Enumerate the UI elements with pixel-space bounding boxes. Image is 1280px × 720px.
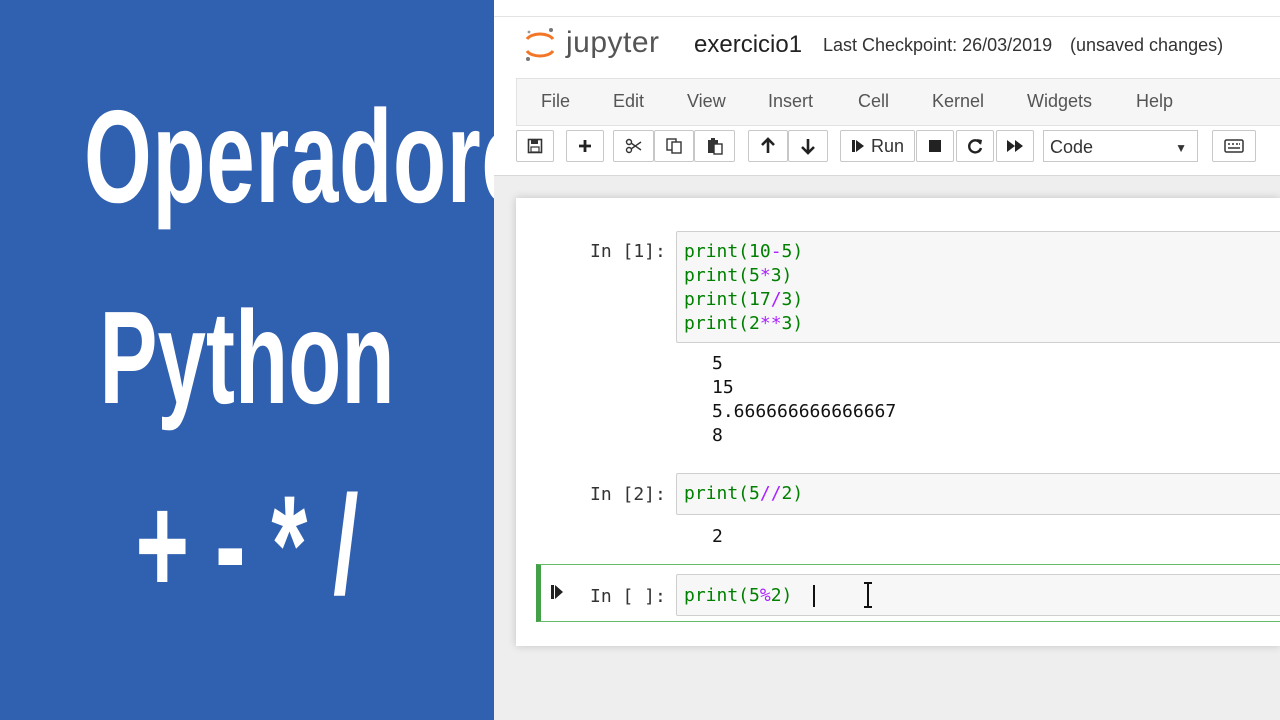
notebook-container: In [1]: print(10-5) print(5*3) print(17/3)… <box>516 198 1280 646</box>
code-line: print(5%2) <box>684 585 793 606</box>
restart-run-all-button[interactable] <box>996 130 1034 162</box>
menu-cell[interactable]: Cell <box>858 91 889 112</box>
unsaved-status: (unsaved changes) <box>1070 35 1224 55</box>
menu-help[interactable]: Help <box>1136 91 1173 112</box>
notebook-header: jupyter exercicio1 Last Checkpoint: 26/0… <box>494 0 1280 176</box>
ibeam-cursor-icon <box>864 582 872 608</box>
notebook-title[interactable]: exercicio1 <box>694 31 802 59</box>
move-down-button[interactable] <box>788 130 828 162</box>
insert-cell-button[interactable] <box>566 130 604 162</box>
jupyter-logo-text[interactable]: jupyter <box>566 26 660 60</box>
step-run-icon <box>851 140 864 152</box>
interrupt-button[interactable] <box>916 130 954 162</box>
menu-file[interactable]: File <box>541 91 570 112</box>
copy-icon <box>666 138 682 154</box>
move-up-button[interactable] <box>748 130 788 162</box>
cell-1-code[interactable]: print(10-5) print(5*3) print(17/3) print(2*… <box>684 240 803 336</box>
output-line: 15 <box>712 377 734 398</box>
arrow-up-icon <box>761 137 775 153</box>
cell-3-code[interactable]: print(5%2) <box>684 584 792 608</box>
cell-2-code[interactable]: print(5//2) <box>684 482 803 506</box>
chevron-down-icon: ▼ <box>1175 141 1187 155</box>
cut-button[interactable] <box>613 130 654 162</box>
run-label: Run <box>870 135 905 156</box>
restart-icon <box>968 139 983 154</box>
menu-kernel[interactable]: Kernel <box>932 91 984 112</box>
cell-2-output: 2 <box>712 525 723 549</box>
menu-edit[interactable]: Edit <box>613 91 644 112</box>
arrow-down-icon <box>801 139 815 155</box>
step-run-icon <box>551 585 563 599</box>
jupyter-window: jupyter exercicio1 Last Checkpoint: 26/0… <box>494 0 1280 720</box>
title-line-python: Python <box>99 284 395 431</box>
code-line: print(17/3) <box>684 289 804 310</box>
paste-icon <box>707 138 723 155</box>
menu-bar: File Edit View Insert Cell Kernel Widget… <box>516 78 1280 126</box>
cell-1-output: 5 15 5.666666666666667 8 <box>712 352 896 448</box>
plus-icon <box>579 140 591 152</box>
cell-2-prompt: In [2]: <box>590 484 666 505</box>
menu-insert[interactable]: Insert <box>768 91 813 112</box>
output-line: 8 <box>712 425 723 446</box>
output-line: 5.666666666666667 <box>712 401 897 422</box>
title-line-operators: + - * / <box>135 466 359 623</box>
paste-button[interactable] <box>694 130 735 162</box>
stop-icon <box>929 140 941 152</box>
save-icon <box>527 138 543 154</box>
run-button[interactable]: Run <box>840 130 915 162</box>
save-button[interactable] <box>516 130 554 162</box>
cell-1-prompt: In [1]: <box>590 241 666 262</box>
fast-forward-icon <box>1007 140 1023 152</box>
cell-3-prompt: In [ ]: <box>590 586 666 607</box>
code-line: print(10-5) <box>684 241 804 262</box>
code-line: print(5//2) <box>684 483 804 504</box>
cell-type-value: Code <box>1050 137 1094 157</box>
code-line: print(5*3) <box>684 265 793 286</box>
divider <box>494 16 1280 17</box>
scissors-icon <box>625 138 641 154</box>
cell-type-select[interactable]: Code ▼ <box>1043 130 1198 162</box>
copy-button[interactable] <box>654 130 694 162</box>
restart-button[interactable] <box>956 130 994 162</box>
text-cursor <box>813 585 815 607</box>
output-line: 2 <box>712 526 723 547</box>
keyboard-icon <box>1224 139 1244 153</box>
menu-widgets[interactable]: Widgets <box>1027 91 1092 112</box>
command-palette-button[interactable] <box>1212 130 1256 162</box>
last-checkpoint: Last Checkpoint: 26/03/2019 <box>823 35 1053 55</box>
code-line: print(2**3) <box>684 313 804 334</box>
menu-view[interactable]: View <box>687 91 726 112</box>
jupyter-logo-icon <box>525 28 555 61</box>
output-line: 5 <box>712 353 723 374</box>
title-line-operadores: Operadores <box>83 83 580 230</box>
title-panel: Operadores Python + - * / <box>0 0 580 720</box>
